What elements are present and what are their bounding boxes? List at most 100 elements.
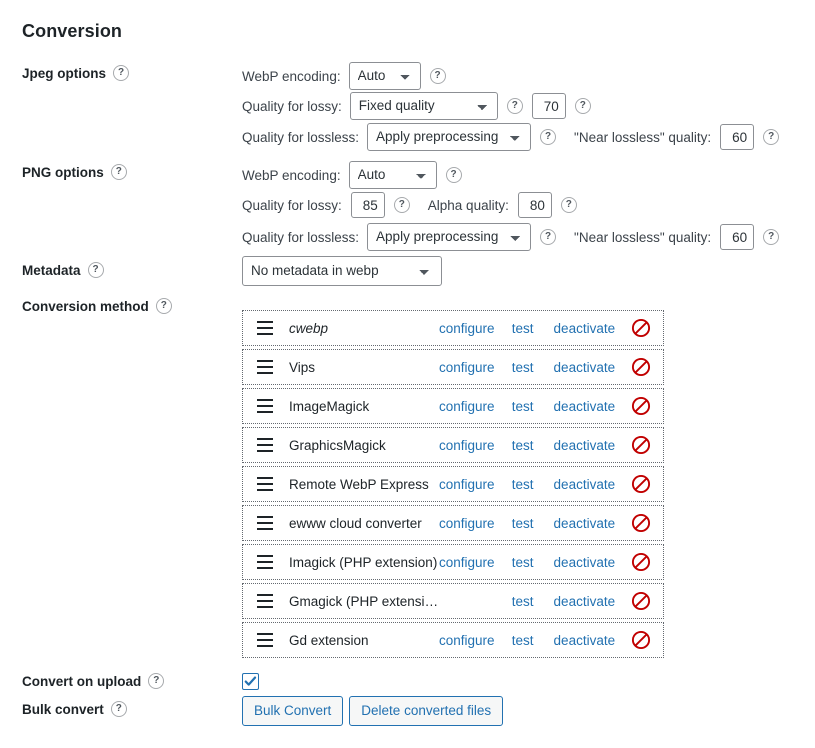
drag-handle-icon[interactable] (257, 399, 273, 413)
png-quality-lossless-select[interactable]: Apply preprocessing (367, 223, 532, 251)
test-link[interactable]: test (512, 633, 554, 648)
deactivate-link[interactable]: deactivate (554, 633, 619, 648)
test-link[interactable]: test (512, 477, 554, 492)
test-link[interactable]: test (512, 438, 554, 453)
conversion-method-row[interactable]: Remote WebP Express configure test deactiva… (242, 466, 664, 502)
png-options-help-icon[interactable]: ? (110, 164, 127, 180)
prohibited-icon[interactable] (619, 552, 663, 572)
configure-link[interactable]: configure (439, 321, 512, 336)
drag-handle-icon[interactable] (257, 594, 273, 608)
drag-handle-icon[interactable] (257, 360, 273, 374)
configure-link[interactable]: configure (439, 555, 512, 570)
prohibited-icon[interactable] (619, 630, 663, 650)
jpeg-quality-lossy-value-help-icon[interactable]: ? (574, 98, 591, 114)
metadata-row: No metadata in webp (242, 256, 442, 286)
deactivate-link[interactable]: deactivate (554, 477, 619, 492)
deactivate-link[interactable]: deactivate (554, 399, 619, 414)
prohibited-icon[interactable] (619, 513, 663, 533)
configure-link[interactable]: configure (439, 633, 512, 648)
conversion-method-row[interactable]: cwebp configure test deactivate (242, 310, 664, 346)
convert-on-upload-help-icon[interactable]: ? (148, 673, 165, 689)
bulk-convert-button[interactable]: Bulk Convert (242, 696, 344, 726)
conversion-method-row[interactable]: Imagick (PHP extension) configure test deac… (242, 544, 664, 580)
jpeg-quality-lossy-help-icon[interactable]: ? (506, 98, 523, 114)
deactivate-link[interactable]: deactivate (554, 516, 619, 531)
jpeg-near-lossless-input[interactable] (720, 124, 755, 150)
jpeg-webp-encoding-select[interactable]: Auto (348, 62, 421, 90)
conversion-method-list: cwebp configure test deactivate Vips configur… (242, 310, 664, 661)
conversion-method-name: Remote WebP Express (289, 476, 429, 492)
conversion-method-row[interactable]: GraphicsMagick configure test deactivate (242, 427, 664, 463)
deactivate-link[interactable]: deactivate (554, 555, 619, 570)
png-quality-lossy-help-icon[interactable]: ? (393, 197, 410, 213)
png-quality-lossless-help-icon[interactable]: ? (540, 229, 557, 245)
drag-handle-icon[interactable] (257, 633, 273, 647)
test-link[interactable]: test (512, 555, 554, 570)
conversion-method-name: GraphicsMagick (289, 437, 386, 453)
jpeg-webp-encoding-row: WebP encoding: Auto ? (242, 62, 446, 90)
png-near-lossless-help-icon[interactable]: ? (763, 229, 780, 245)
png-alpha-quality-help-icon[interactable]: ? (560, 197, 577, 213)
checkmark-icon (244, 676, 257, 686)
configure-link[interactable]: configure (439, 360, 512, 375)
png-quality-lossless-label: Quality for lossless: (242, 229, 360, 245)
convert-on-upload-checkbox[interactable] (242, 673, 259, 690)
prohibited-icon[interactable] (619, 396, 663, 416)
jpeg-near-lossless-help-icon[interactable]: ? (763, 129, 780, 145)
conversion-method-row[interactable]: ImageMagick configure test deactivate (242, 388, 664, 424)
test-link[interactable]: test (512, 399, 554, 414)
png-alpha-quality-input[interactable] (517, 192, 552, 218)
configure-link[interactable]: configure (439, 516, 512, 531)
deactivate-link[interactable]: deactivate (554, 321, 619, 336)
metadata-help-icon[interactable]: ? (87, 262, 104, 278)
configure-link[interactable]: configure (439, 477, 512, 492)
jpeg-quality-lossy-input[interactable] (531, 93, 566, 119)
conversion-method-row[interactable]: ewww cloud converter configure test deactiv… (242, 505, 664, 541)
png-options-label: PNG options ? (22, 164, 127, 180)
delete-converted-files-button[interactable]: Delete converted files (349, 696, 504, 726)
bulk-convert-help-icon[interactable]: ? (110, 701, 127, 717)
conversion-method-name: Gd extension (289, 632, 369, 648)
prohibited-icon[interactable] (619, 591, 663, 611)
png-near-lossless-input[interactable] (720, 224, 755, 250)
prohibited-glyph (631, 591, 651, 611)
png-webp-encoding-select[interactable]: Auto (348, 161, 437, 189)
drag-handle-icon[interactable] (257, 438, 273, 452)
jpeg-webp-encoding-label: WebP encoding: (242, 68, 341, 84)
prohibited-glyph (631, 318, 651, 338)
jpeg-webp-encoding-help-icon[interactable]: ? (429, 68, 446, 84)
configure-link[interactable]: configure (439, 399, 512, 414)
drag-handle-icon[interactable] (257, 321, 273, 335)
png-webp-encoding-help-icon[interactable]: ? (445, 167, 462, 183)
conversion-method-row[interactable]: Gmagick (PHP extension) test deactivate (242, 583, 664, 619)
jpeg-quality-lossy-select[interactable]: Fixed quality (349, 92, 498, 120)
deactivate-link[interactable]: deactivate (554, 360, 619, 375)
prohibited-icon[interactable] (619, 318, 663, 338)
conversion-method-row[interactable]: Vips configure test deactivate (242, 349, 664, 385)
drag-handle-icon[interactable] (257, 555, 273, 569)
png-options-label-text: PNG options (22, 164, 104, 180)
png-webp-encoding-label: WebP encoding: (242, 167, 341, 183)
deactivate-link[interactable]: deactivate (554, 438, 619, 453)
conversion-method-help-icon[interactable]: ? (155, 298, 172, 314)
test-link[interactable]: test (512, 516, 554, 531)
metadata-select[interactable]: No metadata in webp (242, 256, 442, 286)
convert-on-upload-label-text: Convert on upload (22, 673, 142, 689)
drag-handle-icon[interactable] (257, 477, 273, 491)
deactivate-link[interactable]: deactivate (554, 594, 619, 609)
prohibited-glyph (631, 396, 651, 416)
test-link[interactable]: test (512, 594, 554, 609)
test-link[interactable]: test (512, 321, 554, 336)
prohibited-icon[interactable] (619, 435, 663, 455)
conversion-method-row[interactable]: Gd extension configure test deactivate (242, 622, 664, 658)
prohibited-icon[interactable] (619, 474, 663, 494)
configure-link[interactable]: configure (439, 438, 512, 453)
png-quality-lossy-input[interactable] (350, 192, 385, 218)
prohibited-icon[interactable] (619, 357, 663, 377)
jpeg-quality-lossless-help-icon[interactable]: ? (540, 129, 557, 145)
drag-handle-icon[interactable] (257, 516, 273, 530)
jpeg-quality-lossless-select[interactable]: Apply preprocessing (367, 123, 532, 151)
jpeg-options-help-icon[interactable]: ? (113, 65, 129, 81)
conversion-method-label: Conversion method ? (22, 298, 172, 314)
test-link[interactable]: test (512, 360, 554, 375)
